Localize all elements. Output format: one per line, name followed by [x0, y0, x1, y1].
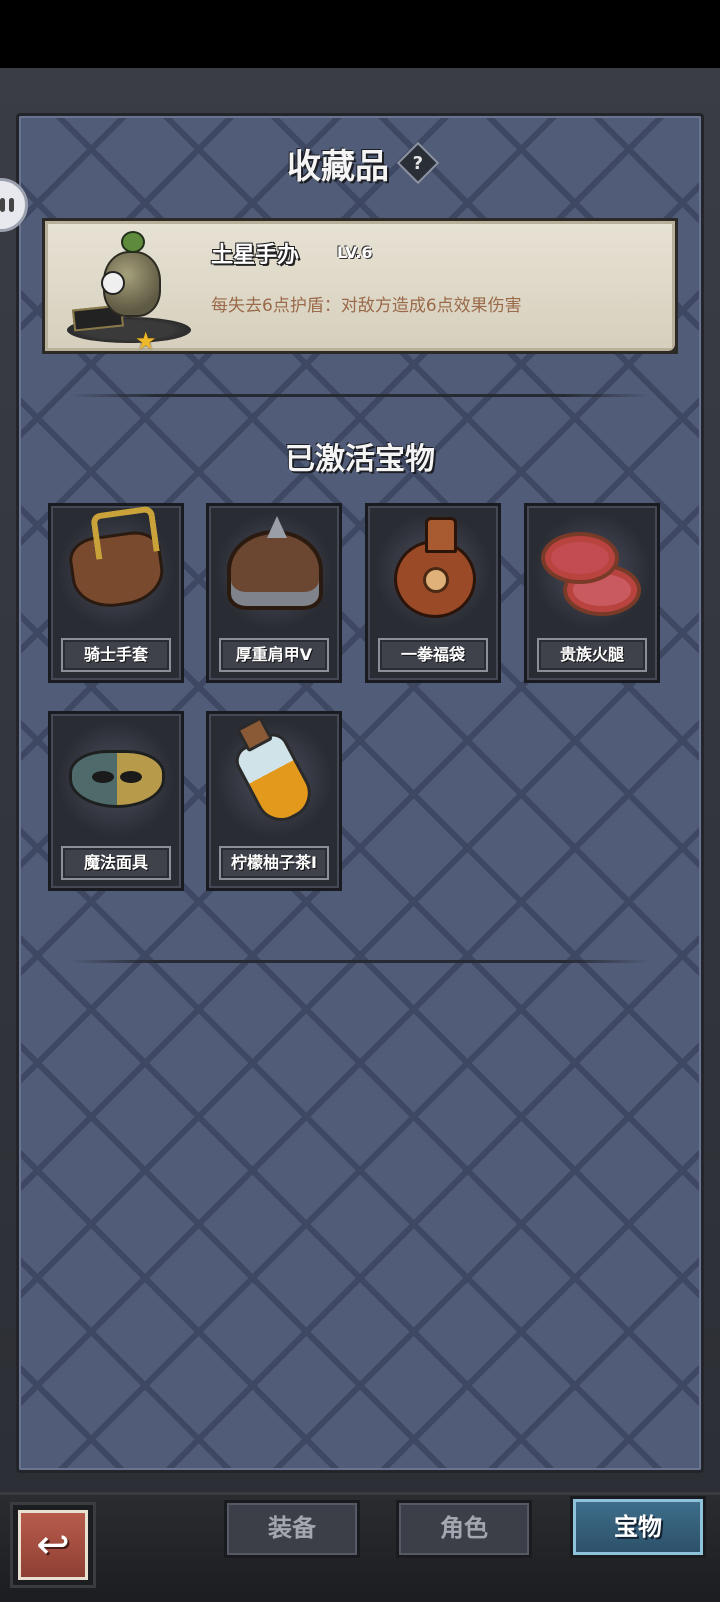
- treasure-label: 一拳福袋: [378, 638, 488, 672]
- treasure-label: 厚重肩甲V: [219, 638, 329, 672]
- ham-icon: [533, 512, 651, 630]
- treasure-slot[interactable]: 一拳福袋: [365, 503, 501, 683]
- treasure-label: 贵族火腿: [537, 638, 647, 672]
- tab-equipment[interactable]: 装备: [224, 1500, 360, 1558]
- treasure-label: 魔法面具: [61, 846, 171, 880]
- divider-bottom: [70, 960, 650, 963]
- treasure-slot[interactable]: 骑士手套: [48, 503, 184, 683]
- treasure-label: 柠檬柚子茶I: [219, 846, 329, 880]
- back-arrow-icon: ↩: [18, 1510, 88, 1580]
- lucky-bag-icon: [374, 512, 492, 630]
- back-button[interactable]: ↩: [10, 1502, 96, 1588]
- status-bar: [0, 0, 720, 68]
- divider-top: [70, 394, 650, 397]
- title-row: 收藏品 ?: [0, 140, 720, 187]
- collectible-description: 每失去6点护盾：对敌方造成6点效果伤害: [211, 296, 522, 316]
- question-mark-icon[interactable]: ?: [396, 141, 440, 185]
- treasure-slot[interactable]: 厚重肩甲V: [206, 503, 342, 683]
- treasure-slot[interactable]: 贵族火腿: [524, 503, 660, 683]
- knight-glove-icon: [57, 512, 175, 630]
- tea-bottle-icon: [215, 720, 333, 838]
- card-corner: [658, 328, 678, 354]
- collectible-name: 土星手办: [211, 243, 300, 268]
- treasure-slot[interactable]: 柠檬柚子茶I: [206, 711, 342, 891]
- page-title: 收藏品: [287, 146, 389, 187]
- magic-mask-icon: [57, 720, 175, 838]
- tab-treasure[interactable]: 宝物: [570, 1496, 706, 1558]
- treasure-slot[interactable]: 魔法面具: [48, 711, 184, 891]
- section-title: 已激活宝物: [285, 442, 435, 477]
- pauldron-icon: [215, 512, 333, 630]
- collectible-card[interactable]: ★ 土星手办 LV.6 每失去6点护盾：对敌方造成6点效果伤害: [42, 218, 678, 354]
- star-icon: ★: [135, 327, 157, 355]
- tab-character[interactable]: 角色: [396, 1500, 532, 1558]
- saturn-figure-icon: ★: [65, 229, 195, 355]
- collectible-level: LV.6: [337, 243, 373, 262]
- treasure-label: 骑士手套: [61, 638, 171, 672]
